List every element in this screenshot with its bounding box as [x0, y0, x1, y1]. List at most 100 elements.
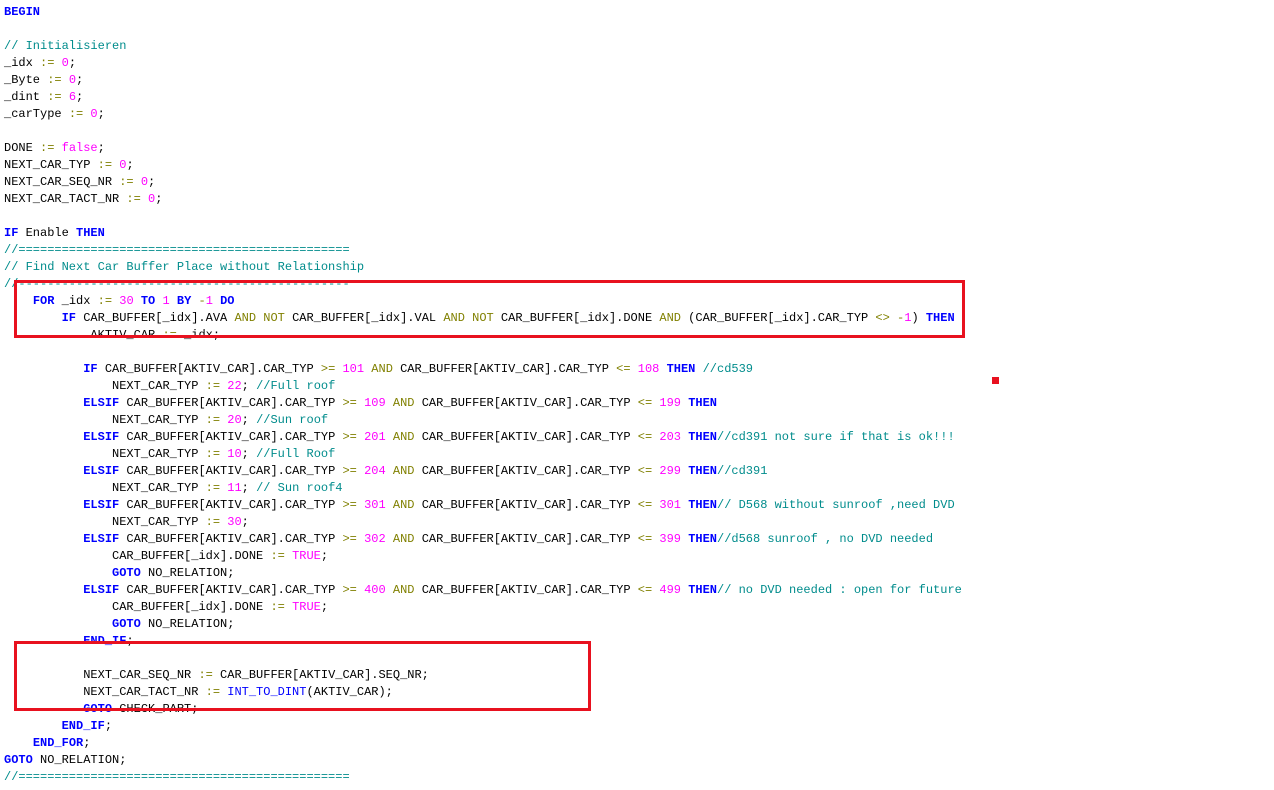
code-token-p: NO_RELATION; [141, 566, 235, 580]
code-token-o: <= [638, 532, 652, 546]
code-line: ELSIF CAR_BUFFER[AKTIV_CAR].CAR_TYP >= 4… [4, 582, 1274, 599]
code-line: NEXT_CAR_TYP := 20; //Sun roof [4, 412, 1274, 429]
code-token-p: ; [321, 600, 328, 614]
code-line: //--------------------------------------… [4, 276, 1274, 293]
code-token-o: := [206, 379, 220, 393]
code-token-n: 499 [659, 583, 681, 597]
code-token-p: CAR_BUFFER[AKTIV_CAR].SEQ_NR; [213, 668, 429, 682]
code-token-o: NOT [263, 311, 285, 325]
code-token-p [134, 294, 141, 308]
code-line: _idx := 0; [4, 55, 1274, 72]
code-token-p: CAR_BUFFER[AKTIV_CAR].CAR_TYP [119, 396, 342, 410]
code-token-n: 10 [227, 447, 241, 461]
code-token-n: 301 [364, 498, 386, 512]
code-token-p: ; [98, 141, 105, 155]
code-token-c: //cd391 [717, 464, 767, 478]
code-token-k: GOTO [83, 702, 112, 716]
code-token-n: 109 [364, 396, 386, 410]
code-token-p: CAR_BUFFER[AKTIV_CAR].CAR_TYP [119, 532, 342, 546]
code-line: END_IF; [4, 633, 1274, 650]
code-line: NEXT_CAR_TYP := 0; [4, 157, 1274, 174]
code-token-p: _dint [4, 90, 47, 104]
code-token-c: //======================================… [4, 243, 350, 257]
code-token-p: ; [76, 73, 83, 87]
code-line: ELSIF CAR_BUFFER[AKTIV_CAR].CAR_TYP >= 2… [4, 463, 1274, 480]
code-token-c: //Full roof [256, 379, 335, 393]
code-token-n: false [62, 141, 98, 155]
code-token-p: (AKTIV_CAR); [306, 685, 392, 699]
code-line: AKTIV_CAR := _idx; [4, 327, 1274, 344]
code-token-k: THEN [688, 396, 717, 410]
code-token-n: 108 [638, 362, 660, 376]
code-token-p [54, 56, 61, 70]
code-token-n: 30 [119, 294, 133, 308]
code-token-p: NEXT_CAR_TYP [112, 515, 206, 529]
code-token-o: := [270, 549, 284, 563]
code-token-p [170, 294, 177, 308]
code-token-k: IF [62, 311, 76, 325]
code-line: NEXT_CAR_TYP := 30; [4, 514, 1274, 531]
code-token-p: ; [242, 447, 256, 461]
code-token-p: CAR_BUFFER[AKTIV_CAR].CAR_TYP [119, 430, 342, 444]
code-line: NEXT_CAR_TACT_NR := INT_TO_DINT(AKTIV_CA… [4, 684, 1274, 701]
code-token-p: CAR_BUFFER[_idx].VAL [285, 311, 443, 325]
code-line: END_IF; [4, 718, 1274, 735]
code-token-o: AND [393, 532, 415, 546]
code-line: NEXT_CAR_TYP := 11; // Sun roof4 [4, 480, 1274, 497]
code-token-p: CAR_BUFFER[AKTIV_CAR].CAR_TYP [119, 583, 342, 597]
code-line: NEXT_CAR_TACT_NR := 0; [4, 191, 1274, 208]
code-editor[interactable]: BEGIN // Initialisieren_idx := 0;_Byte :… [0, 0, 1274, 790]
code-token-k: THEN [688, 430, 717, 444]
code-token-c: //Sun roof [256, 413, 328, 427]
code-token-n: TRUE [292, 549, 321, 563]
code-line: IF CAR_BUFFER[_idx].AVA AND NOT CAR_BUFF… [4, 310, 1274, 327]
code-token-o: <= [616, 362, 630, 376]
code-token-c: //--------------------------------------… [4, 277, 350, 291]
code-token-p: CAR_BUFFER[AKTIV_CAR].CAR_TYP [393, 362, 616, 376]
code-token-k: GOTO [4, 753, 33, 767]
code-token-o: <= [638, 464, 652, 478]
code-token-p: CAR_BUFFER[AKTIV_CAR].CAR_TYP [119, 464, 342, 478]
code-line [4, 208, 1274, 225]
code-token-o: AND [393, 430, 415, 444]
code-token-n: 1 [206, 294, 213, 308]
code-line [4, 123, 1274, 140]
code-token-p: ; [126, 158, 133, 172]
code-token-p: CAR_BUFFER[AKTIV_CAR].CAR_TYP [415, 430, 638, 444]
code-line [4, 650, 1274, 667]
code-token-o: <= [638, 430, 652, 444]
code-token-p: ; [69, 56, 76, 70]
code-token-k: GOTO [112, 566, 141, 580]
code-token-p: CAR_BUFFER[_idx].DONE [112, 549, 270, 563]
code-token-k: DO [220, 294, 234, 308]
code-token-p: _idx; [177, 328, 220, 342]
code-token-p: NEXT_CAR_TYP [112, 413, 206, 427]
code-line: END_FOR; [4, 735, 1274, 752]
code-line: ELSIF CAR_BUFFER[AKTIV_CAR].CAR_TYP >= 1… [4, 395, 1274, 412]
code-token-o: := [47, 73, 61, 87]
code-token-k: END_IF [83, 634, 126, 648]
code-line: //======================================… [4, 769, 1274, 786]
code-token-p: _Byte [4, 73, 47, 87]
code-token-p [386, 583, 393, 597]
code-token-p: ; [76, 90, 83, 104]
code-token-k: BY [177, 294, 191, 308]
code-token-p: NEXT_CAR_TACT_NR [83, 685, 205, 699]
code-line: _Byte := 0; [4, 72, 1274, 89]
code-token-n: 399 [659, 532, 681, 546]
code-token-o: AND [234, 311, 256, 325]
code-token-n: 101 [342, 362, 364, 376]
code-token-p: CAR_BUFFER[AKTIV_CAR].CAR_TYP [415, 396, 638, 410]
code-token-o: := [206, 413, 220, 427]
code-token-o: := [47, 90, 61, 104]
code-token-n: 299 [659, 464, 681, 478]
code-token-n: 204 [364, 464, 386, 478]
code-token-n: 11 [227, 481, 241, 495]
code-token-k: THEN [688, 498, 717, 512]
code-token-c: // Find Next Car Buffer Place without Re… [4, 260, 364, 274]
code-token-n: 0 [69, 73, 76, 87]
code-token-k: TO [141, 294, 155, 308]
code-token-k: ELSIF [83, 498, 119, 512]
code-line: GOTO NO_RELATION; [4, 616, 1274, 633]
code-token-p: _idx [54, 294, 97, 308]
